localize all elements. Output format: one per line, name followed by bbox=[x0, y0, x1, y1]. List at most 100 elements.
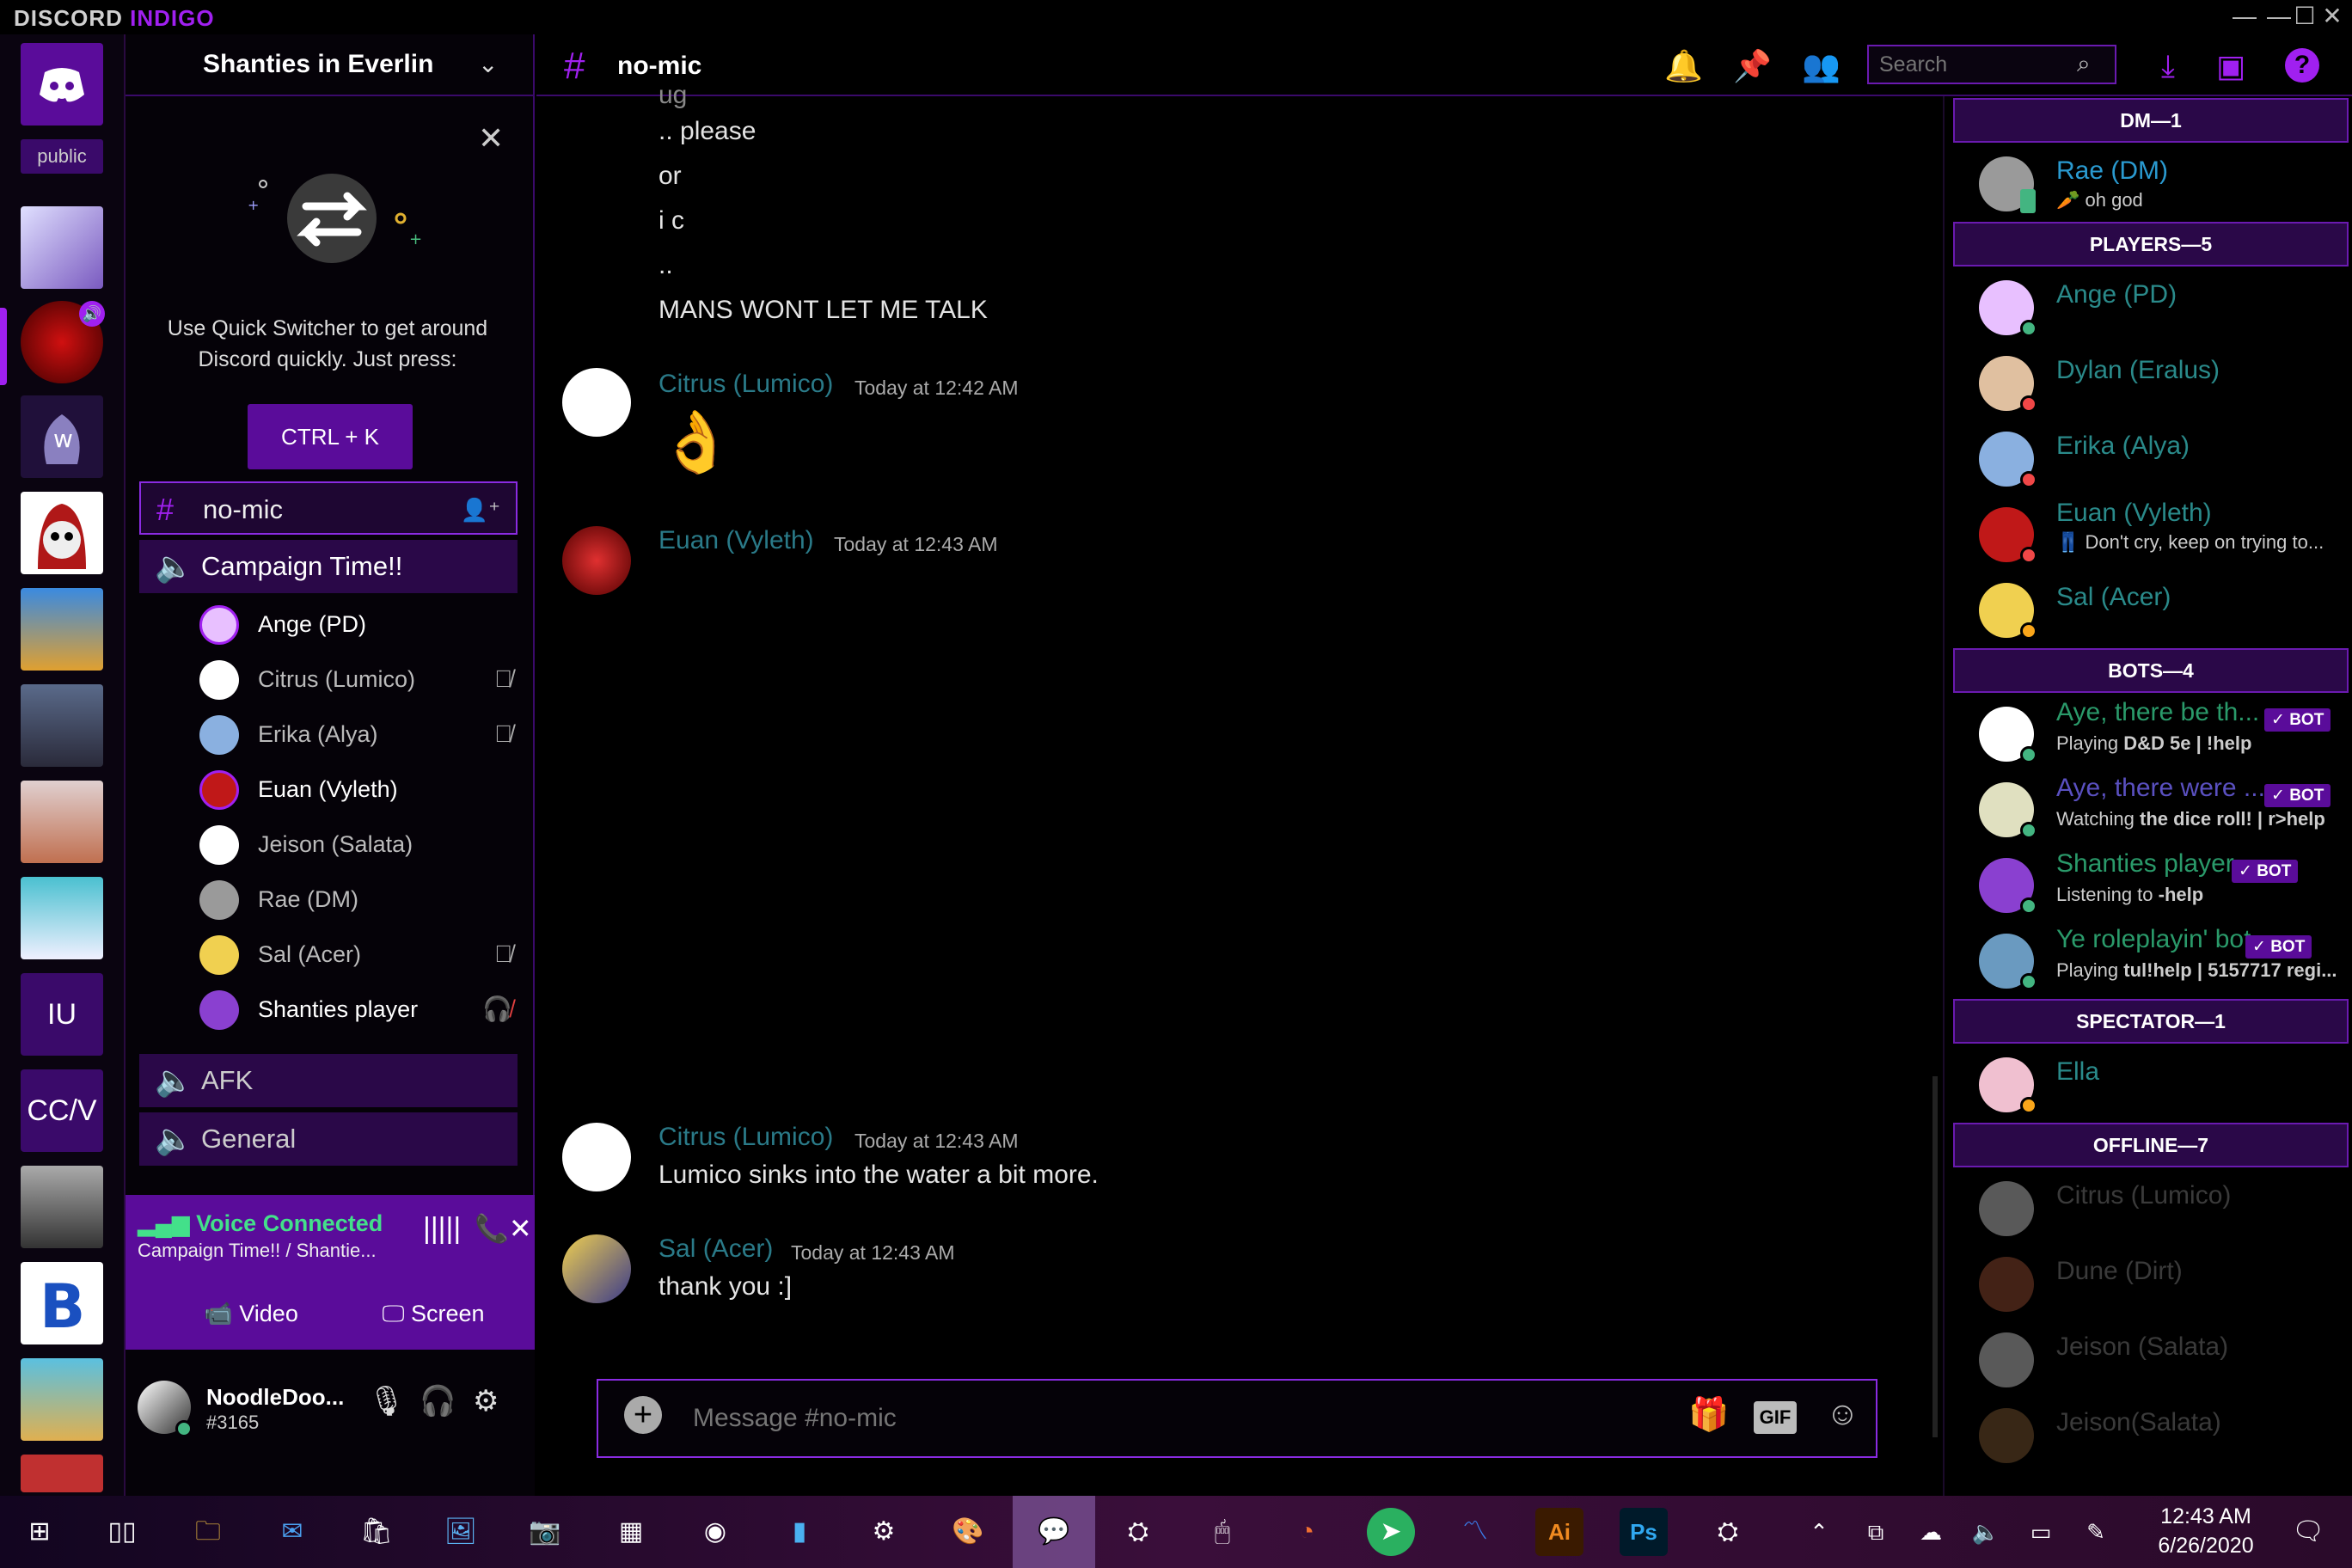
avatar[interactable] bbox=[562, 368, 631, 437]
illustrator-icon[interactable]: Ai bbox=[1535, 1508, 1583, 1556]
voice-channel-subtitle[interactable]: Campaign Time!! / Shantie... bbox=[138, 1240, 377, 1262]
server-icon[interactable] bbox=[21, 684, 103, 767]
member-item-offline[interactable]: Dune (Dirt) bbox=[1953, 1246, 2349, 1319]
server-icon[interactable]: w bbox=[21, 395, 103, 478]
server-icon[interactable] bbox=[21, 1358, 103, 1441]
avatar[interactable] bbox=[562, 526, 631, 595]
voice-user[interactable]: Sal (Acer) 🎙̸ bbox=[199, 928, 526, 980]
store-icon[interactable]: 🛍 bbox=[352, 1508, 401, 1556]
camera-icon[interactable]: 📷 bbox=[521, 1508, 569, 1556]
close-window-button[interactable]: ✕ bbox=[2312, 0, 2352, 34]
calculator-icon[interactable]: ▦ bbox=[607, 1508, 655, 1556]
download-icon[interactable]: ⤓ bbox=[2161, 48, 2175, 85]
disconnect-icon[interactable]: 📞✕ bbox=[475, 1212, 532, 1245]
voice-user[interactable]: Ange (PD) bbox=[199, 598, 526, 650]
voice-user[interactable]: Shanties player 🎧̸ bbox=[199, 983, 526, 1035]
channel-no-mic[interactable]: # no-mic 👤⁺ bbox=[139, 481, 518, 535]
member-item-offline[interactable]: Jeison (Salata) bbox=[1953, 1322, 2349, 1394]
photos-icon[interactable]: 🖼 bbox=[437, 1508, 485, 1556]
file-explorer-icon[interactable]: 🗀 bbox=[184, 1508, 232, 1556]
avatar[interactable] bbox=[562, 1234, 631, 1303]
battery-icon[interactable]: ▭ bbox=[2024, 1508, 2058, 1556]
server-icon[interactable] bbox=[21, 588, 103, 671]
windows-start-icon[interactable]: ⊞ bbox=[15, 1508, 64, 1556]
volume-icon[interactable]: 🔈 bbox=[1969, 1508, 2003, 1556]
steam-icon[interactable]: ⛭ bbox=[1704, 1508, 1752, 1556]
voice-user[interactable]: Citrus (Lumico) 🎙̸ bbox=[199, 653, 526, 705]
photoshop-icon[interactable]: Ps bbox=[1620, 1508, 1668, 1556]
voice-channel-campaign[interactable]: 🔈 Campaign Time!! bbox=[139, 540, 518, 593]
server-icon[interactable]: B bbox=[21, 1262, 103, 1344]
guild-header[interactable]: Shanties in Everlin ⌄ bbox=[126, 34, 535, 96]
chevron-up-icon[interactable]: ⌃ bbox=[1802, 1508, 1836, 1556]
server-icon[interactable] bbox=[21, 1166, 103, 1248]
server-icon[interactable] bbox=[21, 781, 103, 863]
quick-switcher-shortcut-button[interactable]: CTRL + K bbox=[248, 404, 413, 469]
voice-user[interactable]: Jeison (Salata) bbox=[199, 818, 526, 870]
server-icon[interactable] bbox=[21, 492, 103, 574]
member-item[interactable]: Aye, there were ... ✓ BOT Watching the d… bbox=[1953, 772, 2349, 844]
video-button[interactable]: 📹 Video bbox=[174, 1289, 328, 1338]
firefox-icon[interactable]: ◔ bbox=[1283, 1508, 1331, 1556]
server-icon[interactable] bbox=[21, 877, 103, 959]
phone-icon[interactable]: ▮ bbox=[775, 1508, 824, 1556]
member-item[interactable]: Aye, there be th... ✓ BOT Playing D&D 5e… bbox=[1953, 696, 2349, 769]
discord-taskbar-icon[interactable]: 💬 bbox=[1013, 1496, 1095, 1568]
task-view-icon[interactable]: ▯▯ bbox=[98, 1508, 146, 1556]
member-item[interactable]: Sal (Acer) bbox=[1953, 573, 2349, 645]
message-image[interactable] bbox=[658, 567, 1174, 980]
send-icon[interactable]: ➤ bbox=[1367, 1508, 1415, 1556]
gift-icon[interactable]: 🎁 bbox=[1688, 1396, 1729, 1434]
pin-icon[interactable]: 📌 bbox=[1733, 48, 1772, 84]
avatar[interactable] bbox=[562, 1123, 631, 1191]
settings-icon[interactable]: ⚙ bbox=[860, 1508, 908, 1556]
gear-icon[interactable]: ⚙ bbox=[473, 1384, 499, 1418]
cloud-icon[interactable]: ☁ bbox=[1914, 1508, 1948, 1556]
member-item[interactable]: Euan (Vyleth) 👖 Don't cry, keep on tryin… bbox=[1953, 497, 2349, 569]
server-iu[interactable]: IU bbox=[21, 973, 103, 1056]
home-button[interactable] bbox=[21, 43, 103, 126]
server-ccv[interactable]: CC/V bbox=[21, 1069, 103, 1152]
member-item[interactable]: Dylan (Eralus) bbox=[1953, 346, 2349, 418]
message-input[interactable] bbox=[693, 1396, 1553, 1441]
microphone-icon[interactable]: 🎙 bbox=[368, 1384, 405, 1418]
gif-button[interactable]: GIF bbox=[1754, 1401, 1797, 1434]
member-item[interactable]: Shanties player ✓ BOT Listening to -help bbox=[1953, 848, 2349, 920]
member-item-offline[interactable]: Jeison(Salata) bbox=[1953, 1398, 2349, 1470]
voice-user[interactable]: Rae (DM) bbox=[199, 873, 526, 925]
pen-icon[interactable]: ✎ bbox=[2079, 1508, 2113, 1556]
voice-channel-general[interactable]: 🔈 General bbox=[139, 1112, 518, 1166]
member-item[interactable]: Ye roleplayin' bot ✓ BOT Playing tul!hel… bbox=[1953, 923, 2349, 995]
upload-plus-icon[interactable]: + bbox=[624, 1396, 662, 1434]
server-icon[interactable] bbox=[21, 1455, 103, 1492]
members-icon[interactable]: 👥 bbox=[1802, 48, 1841, 84]
emoji-icon[interactable]: ☺ bbox=[1826, 1396, 1859, 1433]
voice-user[interactable]: Erika (Alya) 🎙̸ bbox=[199, 708, 526, 760]
member-item[interactable]: Ella bbox=[1953, 1047, 2349, 1119]
voice-channel-afk[interactable]: 🔈 AFK bbox=[139, 1054, 518, 1107]
paint-icon[interactable]: 🎨 bbox=[944, 1508, 992, 1556]
min-btn[interactable]: — bbox=[2214, 0, 2275, 34]
invite-user-icon[interactable]: 👤⁺ bbox=[461, 483, 500, 536]
chat-scrollbar[interactable] bbox=[1932, 1076, 1938, 1437]
clock-time[interactable]: 12:43 AM bbox=[2154, 1504, 2257, 1529]
mail-icon[interactable]: ✉ bbox=[268, 1508, 316, 1556]
chart-app-icon[interactable]: 〽 bbox=[1451, 1508, 1499, 1556]
close-icon[interactable]: ✕ bbox=[478, 120, 504, 156]
notification-icon[interactable]: 🗨 bbox=[2287, 1508, 2330, 1556]
member-item[interactable]: Ange (PD) bbox=[1953, 270, 2349, 342]
message-author[interactable]: Citrus (Lumico) bbox=[658, 1123, 833, 1152]
media-player-icon[interactable]: ◉ bbox=[691, 1508, 739, 1556]
message-author[interactable]: Citrus (Lumico) bbox=[658, 370, 833, 399]
voice-user[interactable]: Euan (Vyleth) bbox=[199, 763, 526, 815]
steam-icon[interactable]: ⛭ bbox=[1114, 1508, 1162, 1556]
public-server-pill[interactable]: public bbox=[21, 139, 103, 174]
message-author[interactable]: Euan (Vyleth) bbox=[658, 526, 814, 555]
message-author[interactable]: Sal (Acer) bbox=[658, 1234, 773, 1264]
clock-date[interactable]: 6/26/2020 bbox=[2146, 1534, 2266, 1559]
soundboard-icon[interactable]: ||||| bbox=[423, 1212, 461, 1246]
server-icon[interactable] bbox=[21, 206, 103, 289]
headphones-icon[interactable]: 🎧 bbox=[420, 1384, 456, 1418]
inbox-icon[interactable]: ▣ bbox=[2216, 48, 2245, 84]
display-icon[interactable]: ⧉ bbox=[1859, 1508, 1893, 1556]
